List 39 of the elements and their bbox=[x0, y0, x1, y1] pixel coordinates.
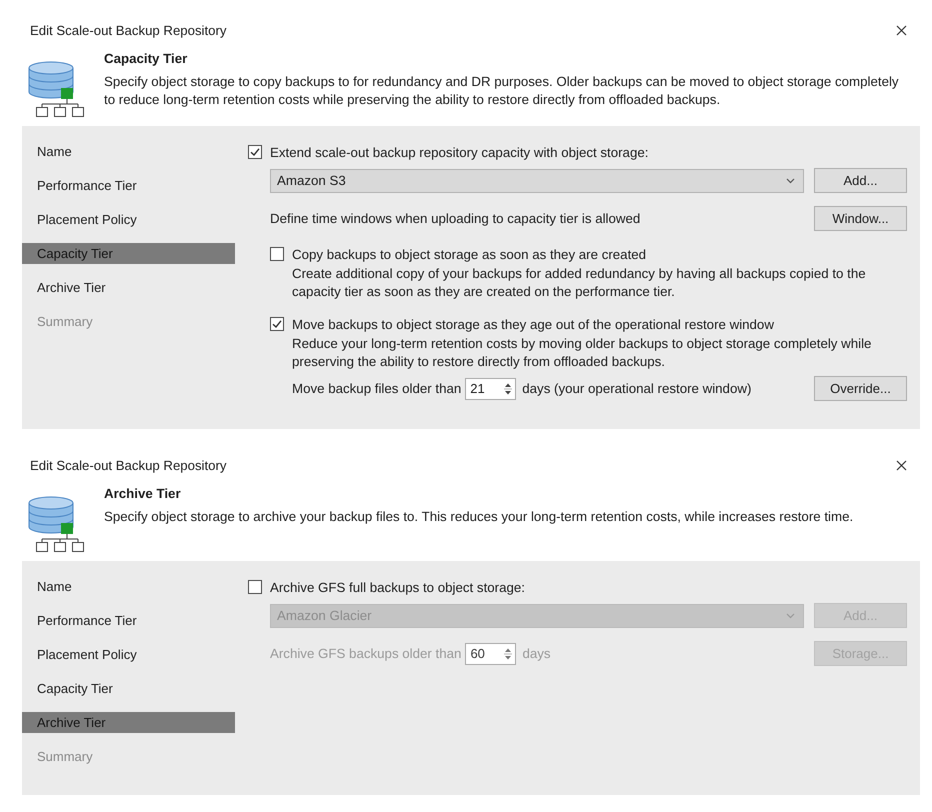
wizard-step[interactable]: Name bbox=[22, 576, 235, 597]
wizard-step[interactable]: Performance Tier bbox=[22, 175, 235, 196]
wizard-step[interactable]: Placement Policy bbox=[22, 644, 235, 665]
step-description: Specify object storage to archive your backup files to. This reduces your long-term retention costs, while increases restore time. bbox=[104, 508, 854, 526]
number-field[interactable]: 21 bbox=[465, 378, 516, 400]
option-text: Define time windows when uploading to capacity tier is allowed bbox=[270, 211, 642, 226]
checkbox-label[interactable]: Move backups to object storage as they age out of the operational restore window bbox=[292, 316, 774, 332]
spinner-label: days (your operational restore window) bbox=[522, 381, 752, 396]
spinner-label: days bbox=[522, 646, 551, 661]
wizard-step[interactable]: Performance Tier bbox=[22, 610, 235, 631]
step-description: Specify object storage to copy backups to for redundancy and DR purposes. Older backups can be moved to object storage completely to reduce long-term retention costs while preserving the ability to restore directly from offloaded backups. bbox=[104, 73, 900, 109]
chevron-down-icon[interactable] bbox=[786, 178, 795, 184]
step-heading: Capacity Tier bbox=[104, 50, 188, 68]
checkbox[interactable] bbox=[270, 317, 284, 331]
checkbox[interactable] bbox=[248, 145, 262, 159]
wizard-step[interactable]: Archive Tier bbox=[22, 277, 235, 298]
wizard-step[interactable]: Capacity Tier bbox=[22, 243, 235, 264]
action-button[interactable]: Override... bbox=[814, 376, 907, 401]
wizard-step[interactable]: Name bbox=[22, 141, 235, 162]
checkbox-label[interactable]: Copy backups to object storage as soon as they are created bbox=[292, 246, 646, 262]
dropdown[interactable]: Amazon S3 bbox=[270, 168, 804, 192]
checkbox[interactable] bbox=[248, 580, 262, 594]
dialog-title: Edit Scale-out Backup Repository bbox=[30, 458, 226, 472]
checkbox-label[interactable]: Archive GFS full backups to object storage: bbox=[270, 580, 525, 594]
dialog-title: Edit Scale-out Backup Repository bbox=[30, 22, 226, 38]
spinner-label: Archive GFS backups older than bbox=[270, 646, 462, 661]
close-icon[interactable] bbox=[896, 460, 907, 470]
wizard-step[interactable]: Capacity Tier bbox=[22, 678, 235, 699]
checkbox[interactable] bbox=[270, 247, 284, 261]
action-button[interactable]: Window... bbox=[814, 206, 907, 231]
wizard-step[interactable]: Placement Policy bbox=[22, 209, 235, 230]
wizard-step[interactable]: Archive Tier bbox=[22, 712, 235, 733]
spinner-label: Move backup files older than bbox=[292, 381, 462, 396]
option-description: Create additional copy of your backups for added redundancy by having all backups copied to the capacity tier as soon as they are created on the performance tier. bbox=[292, 265, 867, 301]
checkbox-label[interactable]: Extend scale-out backup repository capacity with object storage: bbox=[270, 144, 648, 160]
step-heading: Archive Tier bbox=[104, 485, 182, 503]
close-icon[interactable] bbox=[896, 24, 907, 36]
action-button[interactable]: Add... bbox=[814, 168, 907, 193]
option-description: Reduce your long-term retention costs by moving older backups to object storage completely while preserving the ability to restore directly from offloaded backups. bbox=[292, 335, 872, 371]
